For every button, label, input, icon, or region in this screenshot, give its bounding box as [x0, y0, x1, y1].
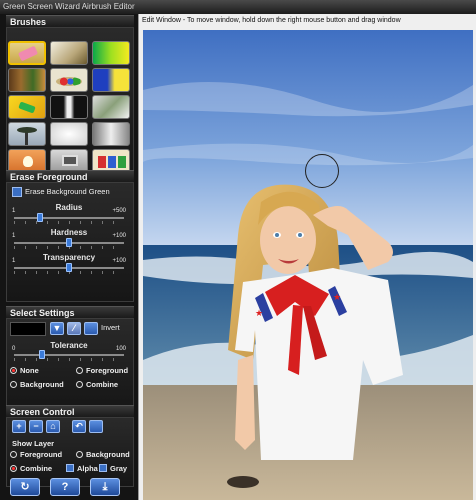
- eraser-brush[interactable]: [8, 41, 46, 65]
- select-background-radio[interactable]: [10, 381, 17, 388]
- app-title-bar: Green Screen Wizard Airbrush Editor: [0, 0, 476, 14]
- zoom-out-icon[interactable]: −: [29, 420, 43, 433]
- svg-text:★: ★: [333, 292, 341, 302]
- edit-window-title: Edit Window - To move window, hold down …: [142, 17, 401, 24]
- hardness-max: +100: [112, 233, 126, 239]
- radius-min: 1: [12, 208, 16, 214]
- palm-tree-photo-brush[interactable]: [8, 122, 46, 146]
- brush-cursor: [305, 154, 339, 188]
- layer-background-radio[interactable]: [76, 451, 83, 458]
- layer-background-label: Background: [86, 450, 130, 459]
- composite-photo: ★ ★: [143, 30, 473, 500]
- select-none-radio[interactable]: [10, 367, 17, 374]
- tolerance-label: Tolerance: [50, 341, 88, 350]
- bridal-photo-brush[interactable]: [92, 95, 130, 119]
- select-combine-label: Combine: [86, 380, 119, 389]
- undo-icon[interactable]: ↶: [72, 420, 86, 433]
- reset-icon[interactable]: ↻: [10, 478, 40, 496]
- yellow-gradient-brush[interactable]: [8, 95, 46, 119]
- svg-text:★: ★: [255, 308, 263, 318]
- tolerance-min: 0: [12, 346, 16, 352]
- select-none-label: None: [20, 366, 39, 375]
- erase-foreground-header: Erase Foreground: [6, 170, 134, 182]
- tool-panel: Brushes Erase Foreground Erase Backgroun…: [0, 14, 138, 500]
- hardness-min: 1: [12, 233, 16, 239]
- screen-control-header: Screen Control: [6, 405, 134, 417]
- tolerance-slider-thumb[interactable]: [38, 350, 45, 359]
- home-icon[interactable]: ⌂: [46, 420, 60, 433]
- radius-slider-thumb[interactable]: [37, 213, 44, 222]
- erase-background-green-checkbox[interactable]: [12, 187, 22, 197]
- green-yellow-gradient-brush[interactable]: [92, 41, 130, 65]
- blue-yellow-gradient-brush[interactable]: [92, 68, 130, 92]
- app-title: Green Screen Wizard Airbrush Editor: [3, 2, 135, 11]
- zoom-in-icon[interactable]: +: [12, 420, 26, 433]
- erase-foreground-title: Erase Foreground: [10, 172, 88, 182]
- select-color-swatch[interactable]: [10, 322, 46, 336]
- edit-window: Edit Window - To move window, hold down …: [138, 14, 476, 500]
- edit-canvas[interactable]: ★ ★: [143, 30, 473, 500]
- color-palette-brush[interactable]: [50, 68, 88, 92]
- brushes-header: Brushes: [6, 15, 134, 27]
- transparency-min: 1: [12, 258, 16, 264]
- save-download-icon[interactable]: ⤓: [90, 478, 120, 496]
- show-layer-label: Show Layer: [12, 439, 55, 448]
- white-texture-brush[interactable]: [50, 122, 88, 146]
- radius-slider-track[interactable]: [14, 217, 124, 219]
- invert-label: Invert: [101, 323, 120, 332]
- hardness-slider-thumb[interactable]: [66, 238, 72, 247]
- select-settings-title: Select Settings: [10, 308, 75, 318]
- brushes-title: Brushes: [10, 17, 47, 27]
- brush-grid: [8, 41, 132, 177]
- clear-selection-icon[interactable]: ⁄: [67, 322, 81, 335]
- radius-slider-ticks: [14, 221, 124, 224]
- tolerance-max: 100: [115, 346, 126, 352]
- select-combine-radio[interactable]: [76, 381, 83, 388]
- layer-combine-label: Combine: [20, 464, 53, 473]
- select-background-label: Background: [20, 380, 64, 389]
- select-foreground-label: Foreground: [86, 366, 129, 375]
- layer-combine-radio[interactable]: [10, 465, 17, 472]
- fit-window-icon[interactable]: [89, 420, 103, 433]
- transparency-slider-thumb[interactable]: [66, 263, 72, 272]
- layer-foreground-label: Foreground: [20, 450, 63, 459]
- transparency-label: Transparency: [42, 253, 96, 262]
- alpha-checkbox[interactable]: [66, 464, 74, 472]
- help-button[interactable]: ?: [50, 478, 80, 496]
- help-label: ?: [61, 481, 69, 493]
- silver-gradient-brush[interactable]: [92, 122, 130, 146]
- gray-label: Gray: [110, 464, 128, 473]
- invert-checkbox[interactable]: [84, 322, 98, 335]
- tuxedo-photo-brush[interactable]: [50, 95, 88, 119]
- erase-background-green-label: Erase Background Green: [25, 187, 110, 196]
- transparency-max: +100: [112, 258, 126, 264]
- forest-photo-brush[interactable]: [8, 68, 46, 92]
- layer-foreground-radio[interactable]: [10, 451, 17, 458]
- select-settings-header: Select Settings: [6, 306, 134, 318]
- photo-brush-flowers[interactable]: [50, 41, 88, 65]
- alpha-label: Alpha: [77, 464, 98, 473]
- screen-control-title: Screen Control: [10, 407, 75, 417]
- eyedropper-down-icon[interactable]: ▼: [50, 322, 64, 335]
- radius-label: Radius: [55, 203, 83, 212]
- radius-max: +500: [112, 208, 126, 214]
- select-foreground-radio[interactable]: [76, 367, 83, 374]
- tolerance-slider-track[interactable]: [14, 354, 124, 356]
- tolerance-slider-ticks: [14, 358, 124, 361]
- hardness-label: Hardness: [50, 228, 88, 237]
- gray-checkbox[interactable]: [99, 464, 107, 472]
